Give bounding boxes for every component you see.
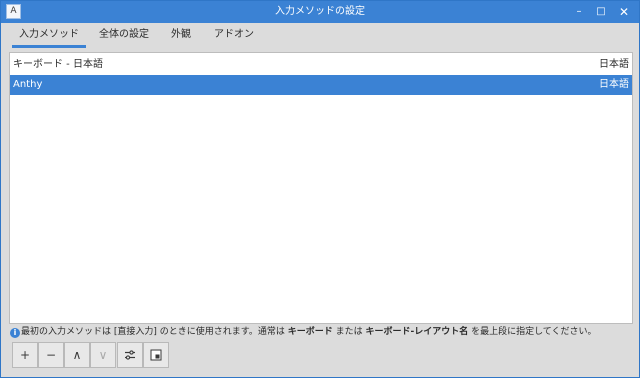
info-text-bold2: キーボード-レイアウト名 — [365, 327, 469, 337]
tab-addons[interactable]: アドオン — [207, 23, 261, 48]
plus-icon: + — [19, 348, 31, 362]
tab-bar: 入力メソッド 全体の設定 外観 アドオン — [1, 23, 639, 48]
info-text-part3: を最上段に指定してください。 — [468, 327, 597, 337]
info-text-part2: または — [332, 327, 366, 337]
input-method-name: キーボード - 日本語 — [13, 59, 103, 70]
arrow-up-icon: ∧ — [72, 348, 82, 362]
minus-icon: − — [45, 348, 57, 362]
maximize-icon[interactable]: □ — [592, 4, 610, 20]
keyboard-layout-icon — [150, 349, 162, 361]
configure-icon — [125, 350, 135, 360]
list-item[interactable]: キーボード - 日本語 日本語 — [10, 55, 632, 75]
info-message: i 最初の入力メソッドは [直接入力] のときに使用されます。通常は キーボード … — [10, 325, 636, 339]
title-bar[interactable]: A 入力メソッドの設定 – □ ✕ — [1, 1, 639, 23]
input-method-language: 日本語 — [599, 79, 629, 90]
minimize-icon[interactable]: – — [570, 4, 588, 20]
info-text-bold1: キーボード — [287, 327, 333, 337]
info-icon: i — [10, 328, 20, 338]
input-method-name: Anthy — [13, 79, 43, 90]
input-method-config-window: A 入力メソッドの設定 – □ ✕ 入力メソッド 全体の設定 外観 アドオン キ… — [0, 0, 640, 378]
input-method-list[interactable]: キーボード - 日本語 日本語 Anthy 日本語 — [9, 52, 633, 324]
tab-input-methods[interactable]: 入力メソッド — [12, 23, 86, 48]
tab-global-config[interactable]: 全体の設定 — [93, 23, 155, 48]
add-button[interactable]: + — [12, 342, 38, 368]
move-down-button[interactable]: ∨ — [90, 342, 116, 368]
keyboard-layout-button[interactable] — [143, 342, 169, 368]
list-item-selected[interactable]: Anthy 日本語 — [10, 75, 632, 95]
configure-button[interactable] — [117, 342, 143, 368]
input-method-language: 日本語 — [599, 59, 629, 70]
arrow-down-icon: ∨ — [98, 348, 108, 362]
close-icon[interactable]: ✕ — [615, 4, 633, 20]
move-up-button[interactable]: ∧ — [64, 342, 90, 368]
tab-appearance[interactable]: 外観 — [163, 23, 199, 48]
info-text-part1: 最初の入力メソッドは [直接入力] のときに使用されます。通常は — [21, 327, 288, 337]
window-title: 入力メソッドの設定 — [275, 6, 365, 17]
remove-button[interactable]: − — [38, 342, 64, 368]
